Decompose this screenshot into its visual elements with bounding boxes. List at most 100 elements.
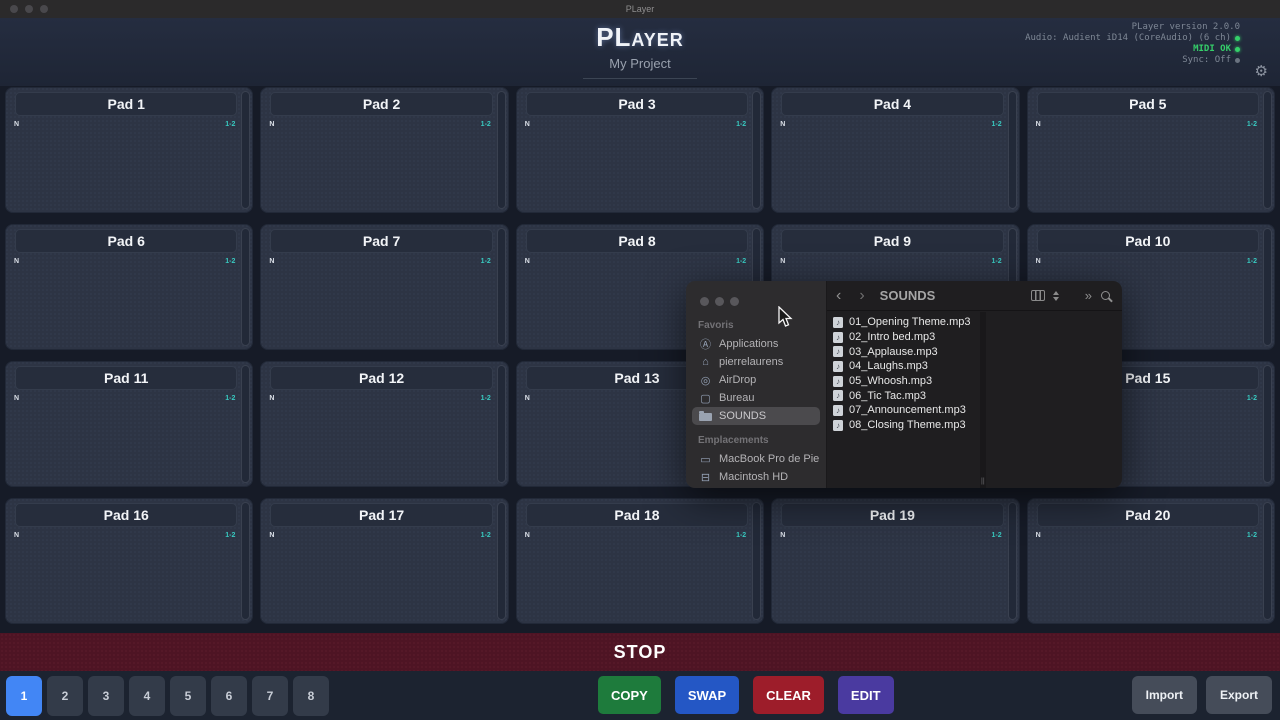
action-button[interactable]: EDIT bbox=[838, 676, 894, 714]
pad[interactable]: Pad 18 N 1-2 bbox=[516, 498, 764, 624]
pad-volume-slider[interactable] bbox=[1008, 91, 1017, 209]
status-text: Audio: Audient iD14 (CoreAudio) (6 ch) bbox=[1025, 33, 1231, 44]
sort-icon[interactable] bbox=[1053, 291, 1059, 301]
sidebar-item-label: Applications bbox=[719, 338, 778, 350]
pad[interactable]: Pad 16 N 1-2 bbox=[5, 498, 253, 624]
pad-midi-indicator: N bbox=[525, 258, 530, 265]
pad-midi-indicator: N bbox=[780, 121, 785, 128]
pad-volume-slider[interactable] bbox=[1263, 228, 1272, 346]
finder-window[interactable]: Favoris Ⓐ Applications ⌂ pierrelaurens ◎… bbox=[686, 281, 1122, 488]
pad-title: Pad 20 bbox=[1037, 503, 1259, 527]
action-button[interactable]: SWAP bbox=[675, 676, 739, 714]
pad-title: Pad 18 bbox=[526, 503, 748, 527]
gear-icon[interactable]: ⚙ bbox=[1255, 62, 1268, 80]
search-icon[interactable] bbox=[1101, 291, 1110, 300]
pad-title: Pad 12 bbox=[270, 366, 492, 390]
bank-button[interactable]: 6 bbox=[211, 676, 247, 716]
pad-volume-slider[interactable] bbox=[241, 228, 250, 346]
pad-channel-indicator: 1-2 bbox=[481, 532, 491, 539]
io-button[interactable]: Import bbox=[1132, 676, 1197, 714]
divider-handle[interactable]: || bbox=[981, 478, 985, 485]
bank-button[interactable]: 8 bbox=[293, 676, 329, 716]
pad-volume-slider[interactable] bbox=[497, 91, 506, 209]
pad[interactable]: Pad 4 N 1-2 bbox=[771, 87, 1019, 213]
file-name: 05_Whoosh.mp3 bbox=[849, 375, 932, 387]
file-row[interactable]: ♪ 05_Whoosh.mp3 bbox=[833, 374, 979, 389]
sidebar-favorites-list: Ⓐ Applications ⌂ pierrelaurens ◎ AirDrop… bbox=[686, 335, 826, 425]
audio-file-icon: ♪ bbox=[833, 376, 843, 387]
pad-volume-slider[interactable] bbox=[752, 91, 761, 209]
pad-channel-indicator: 1-2 bbox=[736, 532, 746, 539]
sidebar-item[interactable]: ⊟ Macintosh HD bbox=[692, 468, 820, 486]
sidebar-item-label: MacBook Pro de Pierre bbox=[719, 453, 820, 465]
file-row[interactable]: ♪ 04_Laughs.mp3 bbox=[833, 359, 979, 374]
bank-button[interactable]: 3 bbox=[88, 676, 124, 716]
sidebar-item[interactable]: ▭ MacBook Pro de Pierre bbox=[692, 450, 820, 468]
bank-button[interactable]: 7 bbox=[252, 676, 288, 716]
sidebar-item-label: Bureau bbox=[719, 392, 754, 404]
pad-channel-indicator: 1-2 bbox=[1247, 258, 1257, 265]
pad-title: Pad 3 bbox=[526, 92, 748, 116]
pad-volume-slider[interactable] bbox=[1263, 91, 1272, 209]
pad-volume-slider[interactable] bbox=[241, 502, 250, 620]
pad[interactable]: Pad 7 N 1-2 bbox=[260, 224, 508, 350]
pad[interactable]: Pad 3 N 1-2 bbox=[516, 87, 764, 213]
file-row[interactable]: ♪ 03_Applause.mp3 bbox=[833, 344, 979, 359]
pad[interactable]: Pad 19 N 1-2 bbox=[771, 498, 1019, 624]
back-icon[interactable]: ‹ bbox=[827, 288, 850, 304]
column-view-icon[interactable] bbox=[1031, 290, 1045, 301]
status-line: PLayer version 2.0.0 bbox=[1025, 22, 1240, 33]
sidebar-item[interactable]: ⌂ pierrelaurens bbox=[692, 353, 820, 371]
action-button[interactable]: CLEAR bbox=[753, 676, 824, 714]
finder-zoom-button[interactable] bbox=[730, 297, 739, 306]
pad[interactable]: Pad 5 N 1-2 bbox=[1027, 87, 1275, 213]
pad-volume-slider[interactable] bbox=[1263, 365, 1272, 483]
pad-channel-indicator: 1-2 bbox=[225, 258, 235, 265]
pad-volume-slider[interactable] bbox=[497, 228, 506, 346]
pad-volume-slider[interactable] bbox=[497, 365, 506, 483]
file-name: 02_Intro bed.mp3 bbox=[849, 331, 935, 343]
file-row[interactable]: ♪ 02_Intro bed.mp3 bbox=[833, 330, 979, 345]
file-name: 06_Tic Tac.mp3 bbox=[849, 390, 926, 402]
sidebar-section-favorites: Favoris bbox=[698, 320, 826, 331]
pad[interactable]: Pad 11 N 1-2 bbox=[5, 361, 253, 487]
bank-button[interactable]: 5 bbox=[170, 676, 206, 716]
column-divider[interactable]: || bbox=[980, 312, 986, 488]
pad-title: Pad 9 bbox=[781, 229, 1003, 253]
bank-button[interactable]: 1 bbox=[6, 676, 42, 716]
sidebar-item[interactable]: Ⓐ Applications bbox=[692, 335, 820, 353]
pad[interactable]: Pad 20 N 1-2 bbox=[1027, 498, 1275, 624]
io-button[interactable]: Export bbox=[1206, 676, 1272, 714]
file-row[interactable]: ♪ 07_Announcement.mp3 bbox=[833, 403, 979, 418]
pad-midi-indicator: N bbox=[14, 532, 19, 539]
pad-volume-slider[interactable] bbox=[241, 365, 250, 483]
pad-volume-slider[interactable] bbox=[241, 91, 250, 209]
pad-volume-slider[interactable] bbox=[1263, 502, 1272, 620]
sidebar-item[interactable]: ▢ Bureau bbox=[692, 389, 820, 407]
file-row[interactable]: ♪ 06_Tic Tac.mp3 bbox=[833, 388, 979, 403]
action-button[interactable]: COPY bbox=[598, 676, 661, 714]
file-row[interactable]: ♪ 01_Opening Theme.mp3 bbox=[833, 315, 979, 330]
home-icon: ⌂ bbox=[699, 356, 712, 368]
pad[interactable]: Pad 12 N 1-2 bbox=[260, 361, 508, 487]
pad-volume-slider[interactable] bbox=[497, 502, 506, 620]
file-row[interactable]: ♪ 08_Closing Theme.mp3 bbox=[833, 418, 979, 433]
pad-volume-slider[interactable] bbox=[752, 502, 761, 620]
status-text: Sync: Off bbox=[1182, 55, 1231, 66]
forward-icon[interactable]: › bbox=[850, 288, 873, 304]
sidebar-item[interactable]: ◎ AirDrop bbox=[692, 371, 820, 389]
more-toolbar-icon[interactable]: » bbox=[1085, 288, 1091, 303]
pad[interactable]: Pad 6 N 1-2 bbox=[5, 224, 253, 350]
bank-button[interactable]: 4 bbox=[129, 676, 165, 716]
finder-close-button[interactable] bbox=[700, 297, 709, 306]
stop-button[interactable]: STOP bbox=[0, 633, 1280, 671]
pad[interactable]: Pad 17 N 1-2 bbox=[260, 498, 508, 624]
pad-volume-slider[interactable] bbox=[1008, 502, 1017, 620]
pad[interactable]: Pad 2 N 1-2 bbox=[260, 87, 508, 213]
sidebar-item[interactable]: SOUNDS bbox=[692, 407, 820, 425]
bank-button[interactable]: 2 bbox=[47, 676, 83, 716]
pad-title: Pad 1 bbox=[15, 92, 237, 116]
pad[interactable]: Pad 1 N 1-2 bbox=[5, 87, 253, 213]
finder-minimize-button[interactable] bbox=[715, 297, 724, 306]
pad-midi-indicator: N bbox=[269, 121, 274, 128]
